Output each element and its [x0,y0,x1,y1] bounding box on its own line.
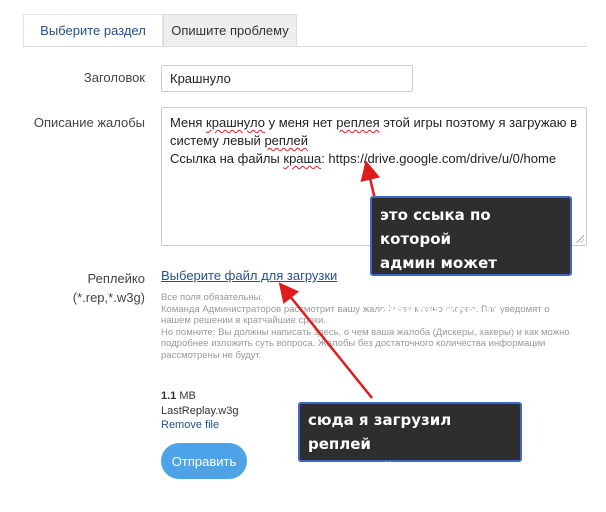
description-line-1: Меня крашнуло у меня нет реплея этой игр… [170,115,578,130]
choose-file-link[interactable]: Выберите файл для загрузки [161,268,337,283]
replay-formats: (*.rep,*.w3g) [72,290,145,305]
resize-grip-icon[interactable] [576,235,584,243]
description-line-3: Ссылка на файлы краша: https://drive.goo… [170,151,557,166]
description-label: Описание жалобы [33,115,145,130]
submit-button[interactable]: Отправить [161,443,247,479]
file-name: LastReplay.w3g [161,405,239,417]
title-input[interactable] [161,65,413,92]
remove-file-link[interactable]: Remove file [161,419,219,431]
note-warning: Но помните: Вы должны написать здесь, о … [161,326,570,361]
tab-describe-problem[interactable]: Опишите проблему [163,14,297,46]
description-line-2: систему левый реплей [170,133,309,148]
file-size: 1.1 MB [161,390,196,402]
tab-bar: Выберите раздел Опишите проблему [23,14,587,47]
tab-choose-section[interactable]: Выберите раздел [23,14,163,46]
callout-replay-note: сюда я загрузил реплей из другой игры [298,402,522,477]
title-label: Заголовок [83,70,145,85]
replay-label: Реплейко (*.rep,*.w3g) [72,271,145,305]
callout-link-note: это ссыка по которой админ может скачать… [370,196,572,320]
